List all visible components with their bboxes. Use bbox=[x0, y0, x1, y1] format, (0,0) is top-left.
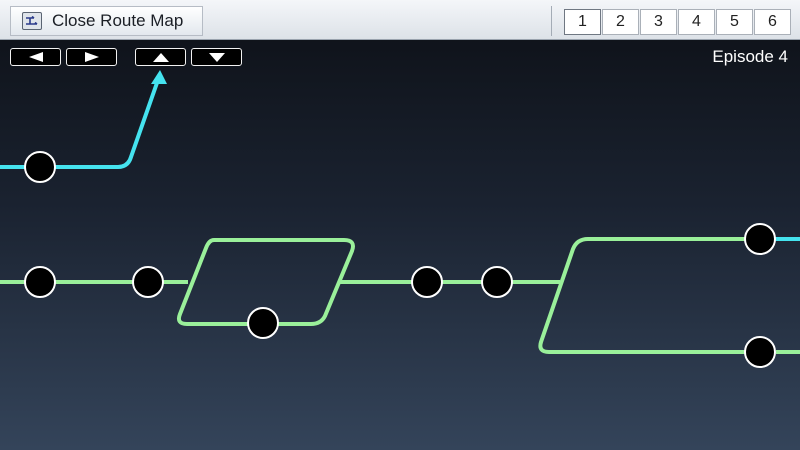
route-node-4[interactable] bbox=[411, 266, 443, 298]
cyan-route-arrowhead bbox=[151, 70, 167, 84]
route-node-1[interactable] bbox=[24, 266, 56, 298]
route-map bbox=[0, 70, 800, 368]
route-node-2[interactable] bbox=[132, 266, 164, 298]
route-node-3[interactable] bbox=[247, 307, 279, 339]
route-node-cyan-1[interactable] bbox=[24, 151, 56, 183]
green-route-branch-2 bbox=[538, 237, 760, 354]
green-route-main bbox=[0, 280, 800, 354]
route-node-6[interactable] bbox=[744, 223, 776, 255]
route-node-7[interactable] bbox=[744, 336, 776, 368]
cyan-route-line bbox=[0, 78, 160, 169]
route-node-5[interactable] bbox=[481, 266, 513, 298]
